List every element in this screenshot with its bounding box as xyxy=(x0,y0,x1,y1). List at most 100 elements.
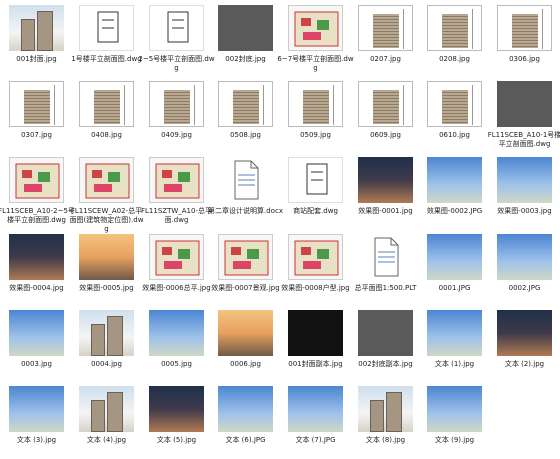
file-item[interactable]: 第二章设计说明算.docx xyxy=(208,154,283,230)
file-item[interactable]: 效果图-0007景观.jpg xyxy=(211,231,280,307)
file-thumbnail xyxy=(358,310,413,356)
file-item[interactable]: 文本 (5).jpg xyxy=(142,383,211,459)
file-name: 0610.jpg xyxy=(439,131,470,139)
file-thumbnail xyxy=(9,386,64,432)
file-item[interactable]: 001封面副本.jpg xyxy=(281,307,350,383)
file-thumbnail xyxy=(79,5,134,51)
file-name: 效果图-0008户型.jpg xyxy=(281,284,350,292)
file-thumbnail xyxy=(149,81,204,127)
file-thumbnail xyxy=(218,5,273,51)
file-item[interactable]: 0509.jpg xyxy=(281,78,350,154)
file-thumbnail xyxy=(427,5,482,51)
file-item[interactable]: 效果图-0005.jpg xyxy=(72,231,141,307)
file-name: 总平面图1:500.PLT xyxy=(354,284,417,292)
file-item[interactable]: 文本 (8).jpg xyxy=(351,383,420,459)
file-item[interactable]: 效果图-0003.jpg xyxy=(490,154,559,230)
file-name: 0002.JPG xyxy=(508,284,541,292)
file-thumbnail xyxy=(218,234,273,280)
file-thumbnail xyxy=(288,386,343,432)
file-name: 001封面副本.jpg xyxy=(288,360,343,368)
file-thumbnail xyxy=(218,81,273,127)
file-item[interactable]: 文本 (1).jpg xyxy=(420,307,489,383)
file-name: 第二章设计说明算.docx xyxy=(208,207,283,215)
file-item[interactable]: 001封面.jpg xyxy=(2,2,71,78)
file-thumbnail xyxy=(497,310,552,356)
file-name: 1号楼平立剖面图.dwg xyxy=(71,55,142,63)
file-item[interactable]: FL11SCEB_A10-2~5号楼平立剖面图.dwg xyxy=(0,154,75,230)
file-item[interactable]: 文本 (9).jpg xyxy=(420,383,489,459)
file-name: 0306.jpg xyxy=(509,55,540,63)
file-item[interactable]: 效果图-0002.JPG xyxy=(420,154,489,230)
file-item[interactable]: 0004.jpg xyxy=(72,307,141,383)
file-thumbnail xyxy=(149,5,204,51)
file-thumbnail xyxy=(149,310,204,356)
file-thumbnail xyxy=(497,157,552,203)
file-item[interactable]: 0610.jpg xyxy=(420,78,489,154)
file-item[interactable]: 6~7号楼平立剖面图.dwg xyxy=(277,2,354,78)
file-item[interactable]: 效果图-0008户型.jpg xyxy=(281,231,350,307)
file-item[interactable]: 0207.jpg xyxy=(351,2,420,78)
file-item[interactable]: 002封底.jpg xyxy=(211,2,280,78)
file-thumbnail xyxy=(497,81,552,127)
file-item[interactable]: 效果图-0004.jpg xyxy=(2,231,71,307)
file-name: FL11SCEB_A10-1号楼平立剖面图.dwg xyxy=(487,131,560,148)
file-name: 效果图-0004.jpg xyxy=(9,284,64,292)
file-thumbnail xyxy=(288,157,343,203)
file-item[interactable]: 文本 (7).JPG xyxy=(281,383,350,459)
file-thumbnail xyxy=(9,5,64,51)
file-item[interactable]: 0006.jpg xyxy=(211,307,280,383)
file-thumbnail xyxy=(9,310,64,356)
file-item[interactable]: 0307.jpg xyxy=(2,78,71,154)
file-thumbnail xyxy=(288,310,343,356)
file-item[interactable]: 文本 (6).JPG xyxy=(211,383,280,459)
file-item[interactable]: 1号楼平立剖面图.dwg xyxy=(71,2,142,78)
file-item[interactable]: 文本 (2).jpg xyxy=(490,307,559,383)
file-item[interactable]: 0005.jpg xyxy=(142,307,211,383)
file-item[interactable]: 文本 (4).jpg xyxy=(72,383,141,459)
file-item[interactable]: 0001.JPG xyxy=(420,231,489,307)
file-item[interactable]: 0409.jpg xyxy=(142,78,211,154)
file-item[interactable]: 0508.jpg xyxy=(211,78,280,154)
file-thumbnail xyxy=(218,386,273,432)
file-name: 0509.jpg xyxy=(300,131,331,139)
file-item[interactable]: 0408.jpg xyxy=(72,78,141,154)
file-name: 文本 (6).JPG xyxy=(225,436,266,444)
file-thumbnail xyxy=(218,310,273,356)
file-name: 文本 (2).jpg xyxy=(504,360,545,368)
file-name: 效果图-0007景观.jpg xyxy=(211,284,280,292)
file-thumbnail xyxy=(497,234,552,280)
file-item[interactable]: 0609.jpg xyxy=(351,78,420,154)
file-item[interactable]: 0002.JPG xyxy=(490,231,559,307)
file-item[interactable]: 0306.jpg xyxy=(490,2,559,78)
file-thumbnail xyxy=(9,234,64,280)
file-item[interactable]: 002封底副本.jpg xyxy=(351,307,420,383)
file-item[interactable]: 文本 (3).jpg xyxy=(2,383,71,459)
file-item[interactable]: 商站配套.dwg xyxy=(281,154,350,230)
file-name: 文本 (5).jpg xyxy=(156,436,197,444)
file-item[interactable]: FL11SCEB_A10-1号楼平立剖面图.dwg xyxy=(488,78,560,154)
file-item[interactable]: 0208.jpg xyxy=(420,2,489,78)
file-item[interactable]: 总平面图1:500.PLT xyxy=(351,231,420,307)
file-item[interactable]: FL11SCEW_A02-总平面图(建筑物定位图).dwg xyxy=(70,154,143,233)
file-name: 效果图-0002.JPG xyxy=(426,207,483,215)
file-item[interactable]: 2~5号楼平立剖面图.dwg xyxy=(138,2,215,78)
file-item[interactable]: 0003.jpg xyxy=(2,307,71,383)
file-thumbnail xyxy=(427,157,482,203)
file-thumbnail xyxy=(79,81,134,127)
file-name: 效果图-0001.jpg xyxy=(358,207,413,215)
file-thumbnail xyxy=(79,234,134,280)
file-thumbnail xyxy=(218,157,273,203)
file-name: FL11SCEB_A10-2~5号楼平立剖面图.dwg xyxy=(0,207,75,224)
file-name: 文本 (8).jpg xyxy=(365,436,406,444)
file-thumbnail xyxy=(79,386,134,432)
file-thumbnail-grid: 001封面.jpg 1号楼平立剖面图.dwg 2~5号楼平立剖面图.dwg 002封底… xyxy=(0,0,560,459)
file-item[interactable]: 效果图-0001.jpg xyxy=(351,154,420,230)
file-item[interactable]: 效果图-0006总平.jpg xyxy=(142,231,211,307)
file-thumbnail xyxy=(427,386,482,432)
file-thumbnail xyxy=(288,81,343,127)
file-thumbnail xyxy=(79,157,134,203)
file-thumbnail xyxy=(149,386,204,432)
file-item[interactable]: FL11SZTW_A10-总平面.dwg xyxy=(141,154,212,230)
file-name: 0409.jpg xyxy=(161,131,192,139)
file-name: 商站配套.dwg xyxy=(293,207,338,215)
